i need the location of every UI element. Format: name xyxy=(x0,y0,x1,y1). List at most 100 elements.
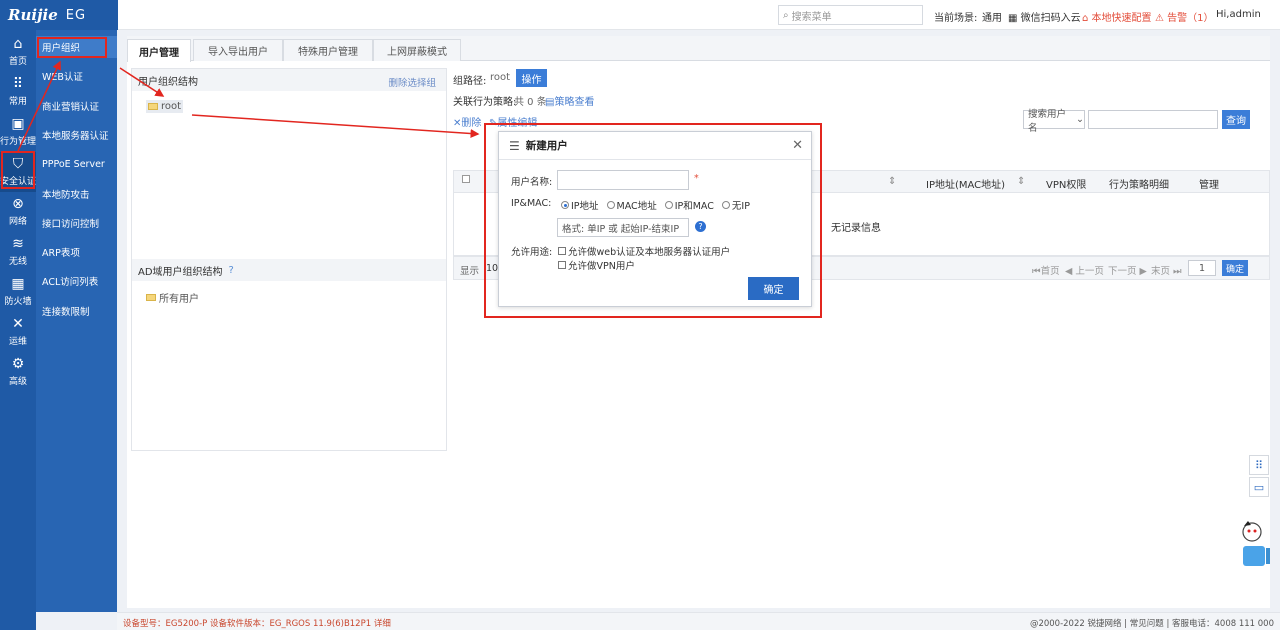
page-size-label: 显示 xyxy=(460,266,480,277)
org-tree-panel: 用户组织结构 删除选择组 root AD域用户组织结构 ? 所有用户 xyxy=(131,68,447,451)
gear-icon: ⚙ xyxy=(11,356,25,372)
firewall-icon: ▦ xyxy=(11,276,25,292)
nav-item-5[interactable]: ≋ 无线 xyxy=(0,232,36,272)
policy-label: 关联行为策略: xyxy=(453,97,517,108)
tab-block-mode[interactable]: 上网屏蔽模式 xyxy=(373,39,461,61)
quick-config-link[interactable]: ⌂ 本地快速配置 xyxy=(1082,9,1152,24)
ad-tree-title: AD域用户组织结构 xyxy=(138,266,223,278)
nav-item-label: 防火墙 xyxy=(4,297,32,307)
tree-node-all-users[interactable]: 所有用户 xyxy=(146,290,199,305)
nav-item-2[interactable]: ▣ 行为管理 xyxy=(0,112,36,152)
menu-search-input[interactable]: ⌕ 搜索菜单 xyxy=(778,5,923,25)
annotation-box xyxy=(1,151,35,189)
nav-item-label: 无线 xyxy=(8,257,27,267)
subnav-item-9[interactable]: 连接数限制 xyxy=(36,300,117,322)
subnav-item-6[interactable]: 接口访问控制 xyxy=(36,212,117,234)
alarm-link[interactable]: ⚠ 告警（1） xyxy=(1155,9,1214,24)
nav-item-label: 运维 xyxy=(8,337,27,347)
nav-item-6[interactable]: ▦ 防火墙 xyxy=(0,272,36,312)
device-info: 设备型号：EG5200-P 设备软件版本：EG_RGOS 11.9(6)B12P… xyxy=(123,619,391,629)
folder-icon xyxy=(148,103,158,110)
search-username-input[interactable] xyxy=(1088,110,1218,129)
subnav-item-1[interactable]: WEB认证 xyxy=(36,65,117,87)
subnav-item-8[interactable]: ACL访问列表 xyxy=(36,270,117,292)
operate-button[interactable]: 操作 xyxy=(516,69,547,87)
chevron-down-icon: ⌄ xyxy=(1076,114,1084,125)
scene-value[interactable]: 通用 xyxy=(982,9,1002,24)
product-name: EG xyxy=(65,7,87,23)
group-path-label: 组路径: xyxy=(453,76,487,87)
footer: 设备型号：EG5200-P 设备软件版本：EG_RGOS 11.9(6)B12P… xyxy=(117,612,1280,630)
scene-label: 当前场景: xyxy=(934,13,978,24)
tools-icon: ✕ xyxy=(12,316,24,332)
policy-count: 共 0 条 xyxy=(514,97,547,108)
ad-tree-header: AD域用户组织结构 ? xyxy=(132,259,446,281)
copyright-info: @2000-2022 锐捷网络 | 常见问题 | 客服电话：4008 111 0… xyxy=(1029,619,1274,629)
annotation-box xyxy=(37,37,107,58)
col-vpn: VPN权限 xyxy=(1046,180,1087,191)
nav-item-8[interactable]: ⚙ 高级 xyxy=(0,352,36,392)
org-tree-title: 用户组织结构 xyxy=(138,76,198,88)
grid-icon: ⠿ xyxy=(12,76,24,92)
query-button[interactable]: 查询 xyxy=(1222,110,1250,129)
subnav-item-3[interactable]: 本地服务器认证 xyxy=(36,124,117,146)
nav-item-7[interactable]: ✕ 运维 xyxy=(0,312,36,352)
search-type-select[interactable]: 搜索用户名 ⌄ xyxy=(1023,109,1085,134)
org-tree-header: 用户组织结构 删除选择组 xyxy=(132,69,446,91)
tab-bar: 用户管理 导入导出用户 特殊用户管理 上网屏蔽模式 xyxy=(127,36,1270,62)
chat-icon[interactable]: ▭ xyxy=(1249,477,1269,497)
nav-item-0[interactable]: ⌂ 首页 xyxy=(0,32,36,72)
tab-user-management[interactable]: 用户管理 xyxy=(127,39,191,62)
main-nav: ⌂ 首页 ⠿ 常用 ▣ 行为管理 ⛉ 安全认证 ⊗ 网络 ≋ 无线 ▦ 防火墙 ✕ 运维 ⚙ 高级 xyxy=(0,30,36,630)
sort-icon[interactable]: ⇕ xyxy=(1017,176,1025,187)
grid-icon[interactable]: ⠿ xyxy=(1249,455,1269,475)
assistant-icon[interactable] xyxy=(1240,518,1270,570)
next-page-button[interactable]: 下一页 ▶ xyxy=(1108,263,1147,277)
page-go-button[interactable]: 确定 xyxy=(1222,260,1248,276)
col-policy-detail: 行为策略明细 xyxy=(1109,180,1169,191)
wifi-icon: ≋ xyxy=(12,236,24,252)
home-icon: ⌂ xyxy=(13,36,23,52)
help-icon[interactable]: ? xyxy=(229,265,234,276)
tree-node-root[interactable]: root xyxy=(146,100,184,113)
brand-logo: Ruijie xyxy=(8,6,58,24)
home-icon: ⌂ xyxy=(1082,13,1089,24)
col-manage: 管理 xyxy=(1199,180,1219,191)
select-all-checkbox[interactable] xyxy=(462,175,470,186)
nav-item-4[interactable]: ⊗ 网络 xyxy=(0,192,36,232)
nav-item-label: 首页 xyxy=(8,57,27,67)
first-page-button[interactable]: ⏮首页 xyxy=(1032,263,1060,277)
page-number-input[interactable]: 1 xyxy=(1188,260,1216,276)
subnav-item-7[interactable]: ARP表项 xyxy=(36,241,117,263)
content-area: 用户管理 导入导出用户 特殊用户管理 上网屏蔽模式 用户组织结构 删除选择组 r… xyxy=(127,36,1270,608)
search-icon: ⌕ xyxy=(783,9,789,21)
menu-search-placeholder: 搜索菜单 xyxy=(791,11,832,23)
policy-view-link[interactable]: ▤策略查看 xyxy=(545,93,594,108)
nav-item-label: 行为管理 xyxy=(0,137,37,147)
empty-message: 无记录信息 xyxy=(831,223,881,234)
last-page-button[interactable]: 末页 ⏭ xyxy=(1151,263,1182,277)
folder-icon xyxy=(146,294,156,301)
tab-import-export[interactable]: 导入导出用户 xyxy=(193,39,283,61)
col-ip-mac[interactable]: IP地址(MAC地址) xyxy=(926,176,1005,191)
delete-selected-group-link[interactable]: 删除选择组 xyxy=(388,75,436,89)
annotation-box xyxy=(484,123,822,318)
subnav-item-4[interactable]: PPPoE Server xyxy=(36,153,117,175)
nav-item-label: 网络 xyxy=(8,217,27,227)
qrcode-icon: ▦ xyxy=(1008,13,1018,24)
subnav-item-5[interactable]: 本地防攻击 xyxy=(36,183,117,205)
group-path-value: root xyxy=(490,72,511,83)
prev-page-button[interactable]: ◀ 上一页 xyxy=(1065,263,1104,277)
nav-item-label: 高级 xyxy=(8,377,27,387)
nav-item-label: 常用 xyxy=(8,97,27,107)
subnav-item-2[interactable]: 商业营销认证 xyxy=(36,95,117,117)
delete-link[interactable]: ✕删除 xyxy=(453,114,481,129)
sort-icon[interactable]: ⇕ xyxy=(888,176,896,187)
logo: Ruijie EG xyxy=(0,0,118,30)
network-icon: ⊗ xyxy=(12,196,24,212)
nav-item-1[interactable]: ⠿ 常用 xyxy=(0,72,36,112)
tab-special-users[interactable]: 特殊用户管理 xyxy=(283,39,373,61)
user-menu[interactable]: Hi,admin xyxy=(1216,9,1261,20)
wechat-cloud-link[interactable]: ▦ 微信扫码入云 xyxy=(1008,9,1081,24)
alarm-icon: ⚠ xyxy=(1155,13,1164,24)
